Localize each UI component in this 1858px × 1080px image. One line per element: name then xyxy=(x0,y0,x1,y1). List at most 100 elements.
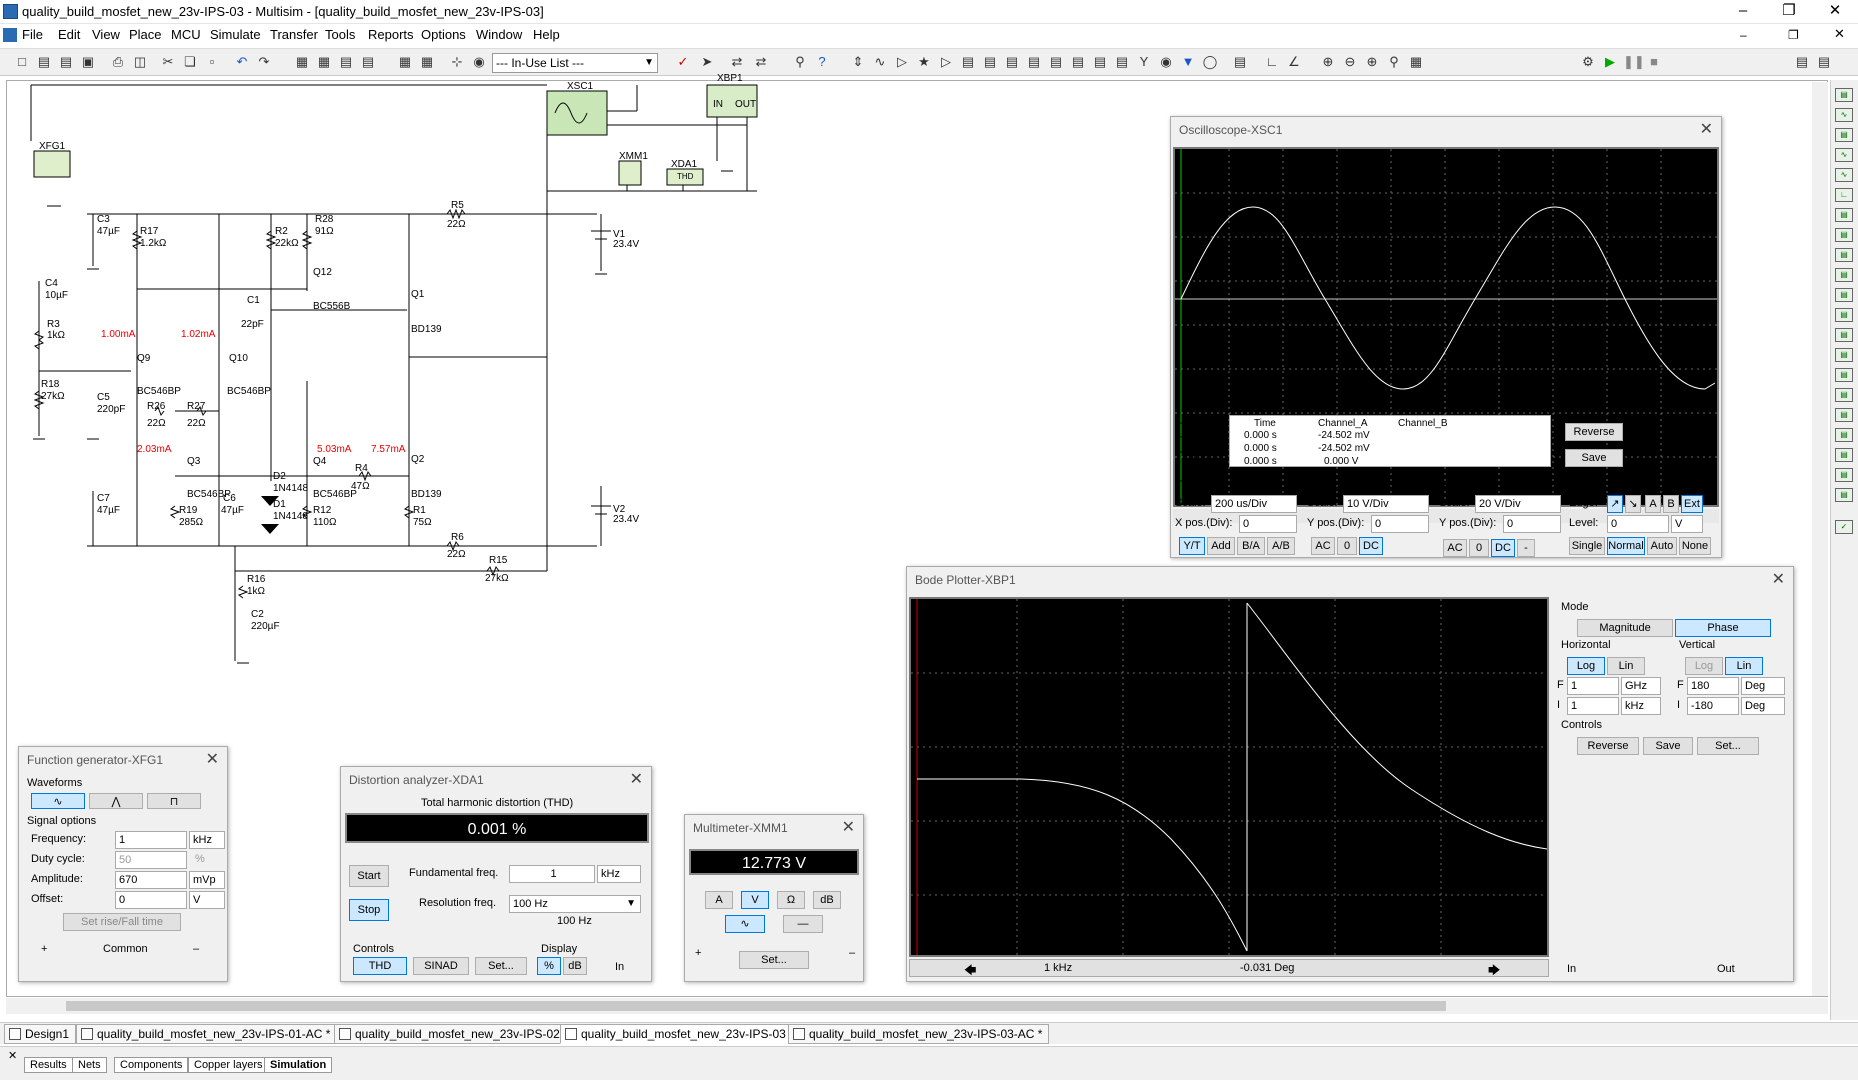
hf-unit[interactable]: GHz xyxy=(1621,677,1661,695)
none-button[interactable]: None xyxy=(1679,537,1711,555)
database-icon[interactable]: ▦ xyxy=(395,52,415,72)
add-button[interactable]: Add xyxy=(1207,537,1235,555)
vi-unit[interactable]: Deg xyxy=(1741,697,1785,715)
agilent-generator-icon[interactable]: ▤ xyxy=(1835,368,1853,382)
function-generator-window[interactable]: Function generator-XFG1 ✕ Waveforms ∿ ⋀ … xyxy=(18,746,228,982)
tab-copper-layers[interactable]: Copper layers xyxy=(188,1057,269,1073)
cha-ac-button[interactable]: AC xyxy=(1311,537,1335,555)
measurement-probe-icon[interactable]: ✓ xyxy=(1835,520,1853,534)
amplitude-unit[interactable]: mVp xyxy=(189,871,225,889)
square-wave-button[interactable]: ⊓ xyxy=(147,793,201,809)
misc-digital-icon[interactable]: ▤ xyxy=(1002,52,1022,72)
mixed-icon[interactable]: ▤ xyxy=(1024,52,1044,72)
menu-file[interactable]: File xyxy=(22,27,43,42)
postprocessor-icon[interactable]: ➤ xyxy=(697,52,717,72)
tab-ips-01-ac[interactable]: quality_build_mosfet_new_23v-IPS-01-AC * xyxy=(76,1024,338,1044)
rise-fall-button[interactable]: Set rise/Fall time xyxy=(63,913,181,931)
db-button[interactable]: dB xyxy=(563,957,587,975)
cha-ypos-field[interactable]: 0 xyxy=(1371,515,1429,533)
amplitude-field[interactable]: 670 xyxy=(115,871,187,889)
menu-help[interactable]: Help xyxy=(533,27,560,42)
distortion-analyzer-window[interactable]: Distortion analyzer-XDA1 ✕ Total harmoni… xyxy=(340,766,652,982)
triangle-wave-button[interactable]: ⋀ xyxy=(89,793,143,809)
paste-icon[interactable]: ▫ xyxy=(202,52,222,72)
function-generator-instrument-icon[interactable]: ∿ xyxy=(1835,108,1853,122)
spreadsheet-icon[interactable]: ▤ xyxy=(336,52,356,72)
zoom-in-icon[interactable]: ⊕ xyxy=(1318,52,1338,72)
trigger-b-button[interactable]: B xyxy=(1663,495,1679,513)
xpos-field[interactable]: 0 xyxy=(1239,515,1297,533)
minimize-button[interactable]: – xyxy=(1720,0,1766,24)
sine-wave-button[interactable]: ∿ xyxy=(31,793,85,809)
mcu-icon[interactable]: ◯ xyxy=(1200,52,1220,72)
open-sample-icon[interactable]: ▤ xyxy=(56,52,76,72)
v-log-button[interactable]: Log xyxy=(1685,657,1723,675)
pause-icon[interactable]: ❚❚ xyxy=(1622,52,1645,72)
cut-icon[interactable]: ✂ xyxy=(158,52,178,72)
oscilloscope-window[interactable]: Oscilloscope-XSC1 ✕ T1 T2 T2-T1 ◀▶ ◀▶ Ti… xyxy=(1170,116,1722,558)
menu-reports[interactable]: Reports xyxy=(368,27,414,42)
diode-icon[interactable]: ▷ xyxy=(892,52,912,72)
da-close-icon[interactable]: ✕ xyxy=(630,769,643,789)
horizontal-scrollbar[interactable] xyxy=(6,998,1828,1014)
menu-place[interactable]: Place xyxy=(129,27,162,42)
current-probe-icon[interactable]: ▤ xyxy=(1835,488,1853,502)
mm-v-button[interactable]: V xyxy=(741,891,769,909)
bode-save-button[interactable]: Save xyxy=(1643,737,1693,755)
menu-simulate[interactable]: Simulate xyxy=(210,27,261,42)
trigger-ext-button[interactable]: Ext xyxy=(1681,495,1703,513)
spectrum-analyzer-icon[interactable]: ▤ xyxy=(1835,328,1853,342)
offset-field[interactable]: 0 xyxy=(115,891,187,909)
oscilloscope-instrument-icon[interactable]: ∿ xyxy=(1835,148,1853,162)
mm-a-button[interactable]: A xyxy=(705,891,733,909)
wattmeter-instrument-icon[interactable]: ▤ xyxy=(1835,128,1853,142)
network-analyzer-icon[interactable]: ▤ xyxy=(1835,348,1853,362)
distortion-analyzer-instrument-icon[interactable]: ▤ xyxy=(1835,308,1853,322)
mm-close-icon[interactable]: ✕ xyxy=(842,817,855,837)
magnitude-button[interactable]: Magnitude xyxy=(1577,619,1673,637)
ba-button[interactable]: B/A xyxy=(1237,537,1265,555)
oscilloscope-close-icon[interactable]: ✕ xyxy=(1700,119,1713,139)
cha-0-button[interactable]: 0 xyxy=(1337,537,1357,555)
level-field[interactable]: 0 xyxy=(1607,515,1669,533)
full-screen-icon[interactable]: ▦ xyxy=(1406,52,1426,72)
run-icon[interactable]: ▶ xyxy=(1600,52,1620,72)
chb-0-button[interactable]: 0 xyxy=(1469,539,1489,557)
menu-options[interactable]: Options xyxy=(421,27,466,42)
hi-field[interactable]: 1 xyxy=(1567,697,1619,715)
bode-reverse-button[interactable]: Reverse xyxy=(1577,737,1639,755)
iv-analyzer-icon[interactable]: ▤ xyxy=(1835,288,1853,302)
frequency-counter-icon[interactable]: ▤ xyxy=(1835,208,1853,222)
mdi-close-button[interactable]: ✕ xyxy=(1834,26,1845,42)
res-select[interactable]: 100 Hz ▼ xyxy=(509,895,641,913)
rising-edge-button[interactable]: ↗ xyxy=(1607,495,1623,513)
osc-save-button[interactable]: Save xyxy=(1565,449,1623,467)
menu-mcu[interactable]: MCU xyxy=(171,27,201,42)
undo-icon[interactable]: ↶ xyxy=(232,52,252,72)
tab-ips-03[interactable]: quality_build_mosfet_new_23v-IPS-03 xyxy=(560,1024,793,1044)
hi-unit[interactable]: kHz xyxy=(1621,697,1661,715)
in-use-list-select[interactable]: --- In-Use List --- ▼ xyxy=(492,53,658,73)
print-icon[interactable]: ⎙ xyxy=(108,52,128,72)
probe-icon[interactable]: ✓ xyxy=(673,52,693,72)
menu-tools[interactable]: Tools xyxy=(325,27,355,42)
misc-icon[interactable]: ▤ xyxy=(1090,52,1110,72)
auto-button[interactable]: Auto xyxy=(1647,537,1677,555)
print-preview-icon[interactable]: ◫ xyxy=(130,52,150,72)
multimeter-window[interactable]: Multimeter-XMM1 ✕ 12.773 V A V Ω dB ∿ — … xyxy=(684,814,864,982)
bode-close-icon[interactable]: ✕ xyxy=(1772,569,1785,589)
bus-icon[interactable]: ∟ xyxy=(1262,52,1282,72)
ac-mode-icon[interactable]: ∿ xyxy=(725,915,765,933)
menu-view[interactable]: View xyxy=(92,27,120,42)
logic-analyzer-icon[interactable]: ▤ xyxy=(1835,268,1853,282)
phase-button[interactable]: Phase xyxy=(1675,619,1771,637)
transistor-icon[interactable]: ★ xyxy=(914,52,934,72)
source-icon[interactable]: ⇕ xyxy=(848,52,868,72)
timebase-scale-field[interactable]: 200 us/Div xyxy=(1211,495,1297,513)
mm-ohm-button[interactable]: Ω xyxy=(777,891,805,909)
close-pane-icon[interactable]: ✕ xyxy=(8,1049,17,1062)
fund-unit[interactable]: kHz xyxy=(597,865,641,883)
offset-unit[interactable]: V xyxy=(189,891,225,909)
mdi-minimize-button[interactable]: – xyxy=(1740,28,1747,42)
t1-arrows-icon[interactable]: ◀▶ xyxy=(1195,420,1213,434)
